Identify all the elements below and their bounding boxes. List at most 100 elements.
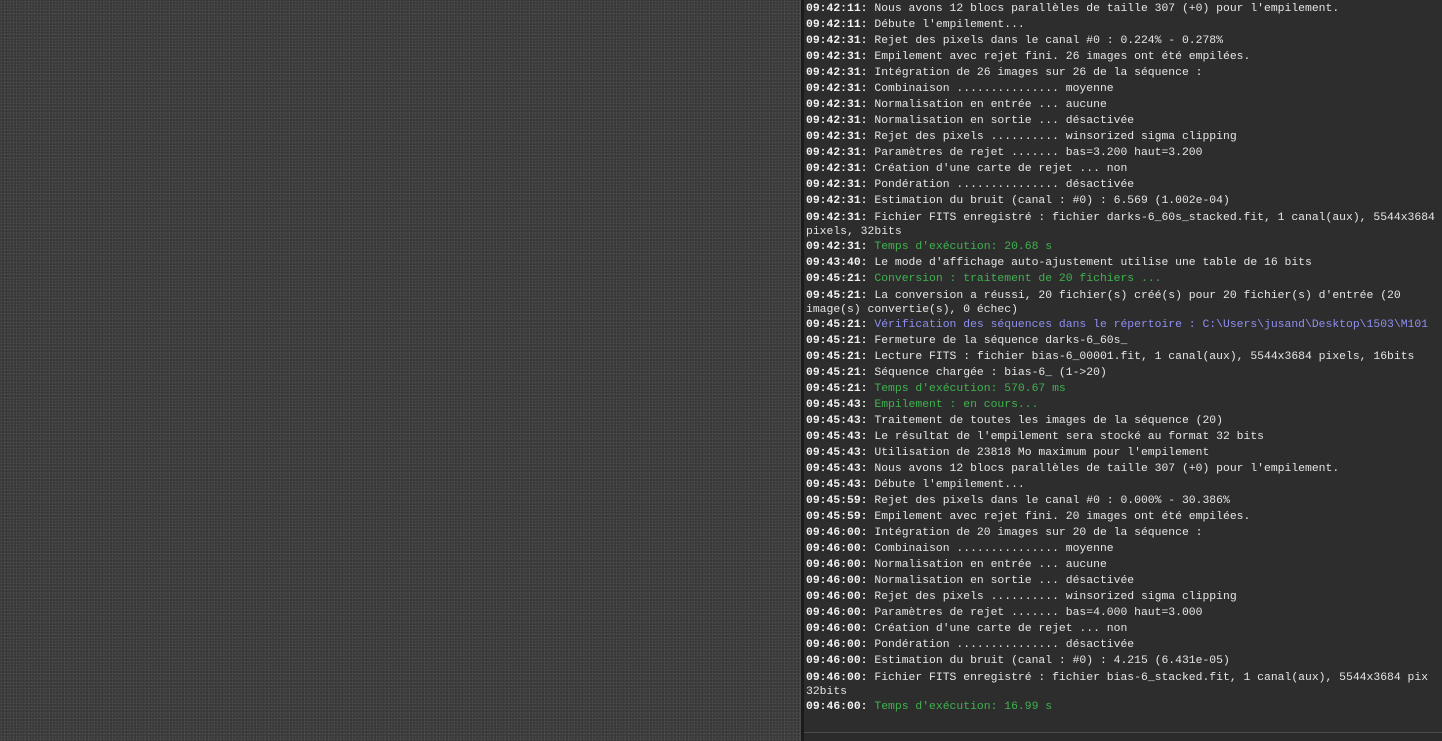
log-line: 09:46:00: Intégration de 20 images sur 2… — [806, 525, 1442, 541]
log-message: Vérification des séquences dans le réper… — [867, 319, 1429, 331]
log-timestamp: 09:46:00: — [806, 543, 868, 555]
log-timestamp: 09:46:00: — [806, 591, 868, 603]
log-line: 09:45:43: Traitement de toutes les image… — [806, 413, 1442, 429]
log-timestamp: 09:43:40: — [806, 257, 868, 269]
log-timestamp: 09:42:31: — [806, 83, 868, 95]
log-timestamp: 09:42:31: — [806, 131, 868, 143]
log-message: La conversion a réussi, 20 fichier(s) cr… — [806, 290, 1401, 316]
app-window: 09:42:11: Nous avons 12 blocs parallèles… — [0, 0, 1442, 741]
log-timestamp: 09:45:21: — [806, 319, 868, 331]
log-line: 09:45:43: Le résultat de l'empilement se… — [806, 429, 1442, 445]
log-line: 09:46:00: Normalisation en entrée ... au… — [806, 557, 1442, 573]
log-line: 09:42:31: Temps d'exécution: 20.68 s — [806, 239, 1442, 255]
log-timestamp: 09:42:31: — [806, 99, 868, 111]
log-message: Temps d'exécution: 570.67 ms — [867, 383, 1066, 395]
log-line: 09:45:43: Empilement : en cours... — [806, 397, 1442, 413]
log-lines: 09:42:11: Nous avons 12 blocs parallèles… — [806, 1, 1442, 715]
log-timestamp: 09:46:00: — [806, 701, 868, 713]
log-message: Séquence chargée : bias-6_ (1->20) — [867, 367, 1107, 379]
log-message: Rejet des pixels dans le canal #0 : 0.00… — [867, 495, 1230, 507]
log-message: Pondération ............... désactivée — [867, 639, 1135, 651]
log-line: 09:45:43: Utilisation de 23818 Mo maximu… — [806, 445, 1442, 461]
log-line: 09:43:40: Le mode d'affichage auto-ajust… — [806, 255, 1442, 271]
log-message: Conversion : traitement de 20 fichiers .… — [867, 273, 1162, 285]
log-line: 09:45:59: Empilement avec rejet fini. 20… — [806, 509, 1442, 525]
log-message: Fermeture de la séquence darks-6_60s_ — [867, 335, 1128, 347]
log-line: 09:42:31: Fichier FITS enregistré : fich… — [806, 209, 1442, 239]
log-message: Débute l'empilement... — [867, 479, 1025, 491]
log-timestamp: 09:46:00: — [806, 655, 868, 667]
log-line: 09:46:00: Combinaison ............... mo… — [806, 541, 1442, 557]
log-message: Fichier FITS enregistré : fichier darks-… — [806, 212, 1435, 238]
log-timestamp: 09:45:43: — [806, 447, 868, 459]
log-message: Nous avons 12 blocs parallèles de taille… — [867, 463, 1340, 475]
log-message: Paramètres de rejet ....... bas=3.200 ha… — [867, 147, 1203, 159]
log-line: 09:42:31: Combinaison ............... mo… — [806, 81, 1442, 97]
log-timestamp: 09:42:31: — [806, 179, 868, 191]
log-message: Traitement de toutes les images de la sé… — [867, 415, 1223, 427]
log-line: 09:42:31: Estimation du bruit (canal : #… — [806, 193, 1442, 209]
log-timestamp: 09:46:00: — [806, 527, 868, 539]
log-message: Normalisation en sortie ... désactivée — [867, 115, 1135, 127]
log-timestamp: 09:42:11: — [806, 19, 868, 31]
log-line: 09:42:31: Création d'une carte de rejet … — [806, 161, 1442, 177]
log-line: 09:45:21: Vérification des séquences dan… — [806, 317, 1442, 333]
log-line: 09:45:43: Débute l'empilement... — [806, 477, 1442, 493]
log-line: 09:45:21: Temps d'exécution: 570.67 ms — [806, 381, 1442, 397]
log-timestamp: 09:42:31: — [806, 163, 868, 175]
log-line: 09:46:00: Normalisation en sortie ... dé… — [806, 573, 1442, 589]
log-timestamp: 09:46:00: — [806, 623, 868, 635]
log-timestamp: 09:42:31: — [806, 195, 868, 207]
log-line: 09:42:31: Normalisation en sortie ... dé… — [806, 113, 1442, 129]
log-message: Empilement avec rejet fini. 26 images on… — [867, 51, 1251, 63]
log-line: 09:46:00: Pondération ............... dé… — [806, 637, 1442, 653]
log-message: Normalisation en sortie ... désactivée — [867, 575, 1135, 587]
log-message: Temps d'exécution: 20.68 s — [867, 241, 1053, 253]
log-message: Intégration de 20 images sur 20 de la sé… — [867, 527, 1203, 539]
log-line: 09:45:59: Rejet des pixels dans le canal… — [806, 493, 1442, 509]
log-message: Lecture FITS : fichier bias-6_00001.fit,… — [867, 351, 1415, 363]
image-preview[interactable] — [0, 0, 800, 741]
log-line: 09:42:31: Rejet des pixels dans le canal… — [806, 33, 1442, 49]
log-timestamp: 09:45:21: — [806, 383, 868, 395]
log-message: Normalisation en entrée ... aucune — [867, 559, 1107, 571]
log-timestamp: 09:42:31: — [806, 241, 868, 253]
log-message: Le résultat de l'empilement sera stocké … — [867, 431, 1264, 443]
log-timestamp: 09:45:21: — [806, 351, 868, 363]
log-message: Rejet des pixels .......... winsorized s… — [867, 131, 1237, 143]
log-message: Création d'une carte de rejet ... non — [867, 623, 1128, 635]
log-message: Rejet des pixels dans le canal #0 : 0.22… — [867, 35, 1223, 47]
log-timestamp: 09:42:31: — [806, 51, 868, 63]
log-message: Temps d'exécution: 16.99 s — [867, 701, 1053, 713]
log-timestamp: 09:46:00: — [806, 575, 868, 587]
log-console[interactable]: 09:42:11: Nous avons 12 blocs parallèles… — [804, 0, 1442, 741]
log-line: 09:46:00: Paramètres de rejet ....... ba… — [806, 605, 1442, 621]
log-message: Empilement avec rejet fini. 20 images on… — [867, 511, 1251, 523]
log-line: 09:46:00: Temps d'exécution: 16.99 s — [806, 699, 1442, 715]
log-line: 09:46:00: Création d'une carte de rejet … — [806, 621, 1442, 637]
log-message: Intégration de 26 images sur 26 de la sé… — [867, 67, 1203, 79]
log-timestamp: 09:46:00: — [806, 607, 868, 619]
log-timestamp: 09:45:21: — [806, 290, 868, 302]
log-timestamp: 09:42:31: — [806, 212, 868, 224]
log-line: 09:42:31: Normalisation en entrée ... au… — [806, 97, 1442, 113]
log-message: Combinaison ............... moyenne — [867, 83, 1114, 95]
log-timestamp: 09:42:31: — [806, 67, 868, 79]
log-timestamp: 09:45:43: — [806, 479, 868, 491]
log-message: Fichier FITS enregistré : fichier bias-6… — [806, 672, 1429, 698]
log-timestamp: 09:45:21: — [806, 367, 868, 379]
log-timestamp: 09:42:11: — [806, 3, 868, 15]
log-timestamp: 09:42:31: — [806, 147, 868, 159]
log-timestamp: 09:46:00: — [806, 559, 868, 571]
log-line: 09:46:00: Fichier FITS enregistré : fich… — [806, 669, 1442, 699]
log-message: Rejet des pixels .......... winsorized s… — [867, 591, 1237, 603]
log-timestamp: 09:42:31: — [806, 35, 868, 47]
log-line: 09:42:31: Empilement avec rejet fini. 26… — [806, 49, 1442, 65]
log-line: 09:45:21: Fermeture de la séquence darks… — [806, 333, 1442, 349]
log-timestamp: 09:45:43: — [806, 463, 868, 475]
log-timestamp: 09:42:31: — [806, 115, 868, 127]
log-message: Estimation du bruit (canal : #0) : 6.569… — [867, 195, 1230, 207]
log-line: 09:45:21: Séquence chargée : bias-6_ (1-… — [806, 365, 1442, 381]
log-timestamp: 09:45:21: — [806, 335, 868, 347]
log-message: Paramètres de rejet ....... bas=4.000 ha… — [867, 607, 1203, 619]
